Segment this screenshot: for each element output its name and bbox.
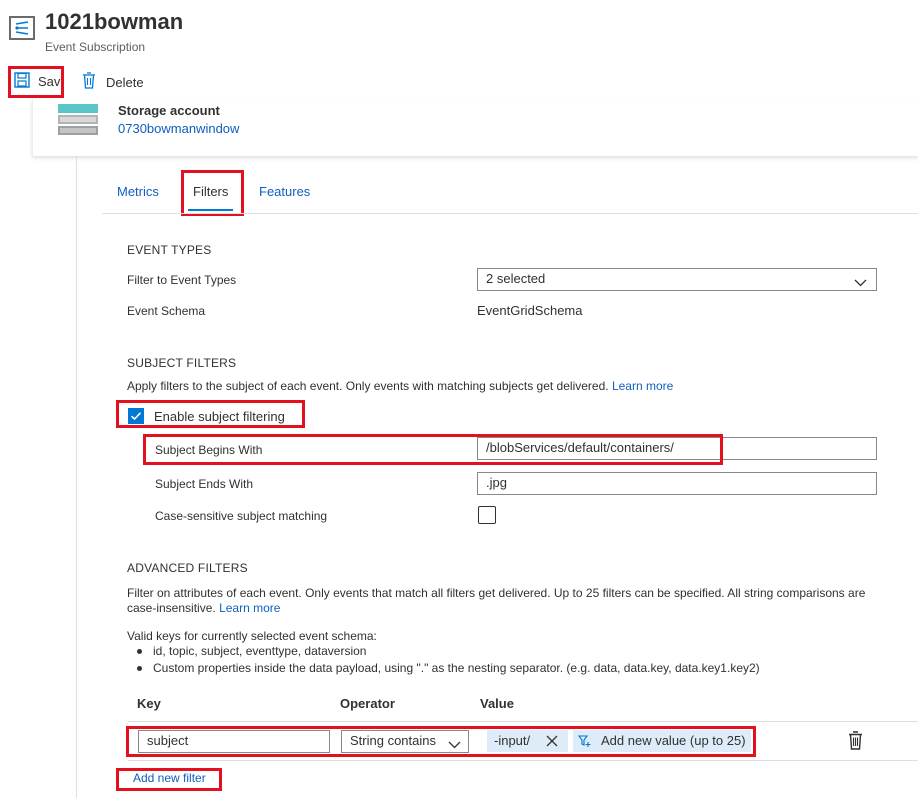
highlight-add-filter (116, 768, 222, 791)
tab-features[interactable]: Features (259, 184, 310, 199)
trash-icon (849, 731, 862, 750)
event-schema-value: EventGridSchema (477, 303, 583, 318)
advanced-filters-description: Filter on attributes of each event. Only… (127, 586, 866, 600)
column-header-key: Key (137, 696, 161, 711)
case-sensitive-label: Case-sensitive subject matching (155, 509, 328, 523)
trash-icon (82, 72, 96, 94)
storage-account-icon (58, 104, 98, 141)
subject-ends-input[interactable]: .jpg (477, 472, 877, 495)
highlight-subject-begins (143, 434, 723, 465)
highlight-save (8, 66, 64, 98)
topic-name-link[interactable]: 0730bowmanwindow (118, 121, 239, 136)
subject-filters-description: Apply filters to the subject of each eve… (127, 379, 673, 393)
advanced-filters-description-2: case-insensitive. Learn more (127, 601, 280, 615)
case-sensitive-checkbox[interactable] (478, 506, 496, 524)
subject-filters-description-text: Apply filters to the subject of each eve… (127, 379, 609, 393)
bullet-dot (137, 666, 142, 671)
valid-keys-bullet-2-text: Custom properties inside the data payloa… (153, 661, 760, 675)
advanced-filters-heading: ADVANCED FILTERS (127, 561, 248, 575)
subject-ends-label: Subject Ends With (155, 477, 254, 491)
delete-filter-button[interactable] (848, 731, 863, 755)
highlight-filter-row (126, 726, 756, 757)
topic-card: Storage account 0730bowmanwindow (32, 99, 918, 156)
event-types-dropdown[interactable]: 2 selected (477, 268, 877, 291)
advanced-learn-more-link[interactable]: Learn more (219, 601, 280, 615)
highlight-filters-tab (181, 170, 244, 216)
tab-metrics[interactable]: Metrics (117, 184, 159, 199)
event-grid-icon (8, 14, 36, 42)
bullet-dot (137, 649, 142, 654)
chevron-down-icon (854, 275, 867, 290)
page-subtitle: Event Subscription (45, 40, 146, 54)
subject-learn-more-link[interactable]: Learn more (612, 379, 673, 393)
valid-keys-intro: Valid keys for currently selected event … (127, 629, 377, 643)
event-types-selected: 2 selected (486, 271, 546, 286)
delete-label: Delete (106, 75, 144, 90)
topic-type: Storage account (118, 103, 220, 118)
event-schema-label: Event Schema (127, 304, 206, 318)
delete-button[interactable]: Delete (82, 72, 152, 92)
event-types-heading: EVENT TYPES (127, 243, 212, 257)
subject-ends-value: .jpg (486, 475, 507, 490)
column-header-operator: Operator (340, 696, 395, 711)
valid-keys-bullet-1-text: id, topic, subject, eventtype, dataversi… (153, 644, 367, 658)
filter-event-types-label: Filter to Event Types (127, 273, 237, 287)
page-title: 1021bowman (45, 9, 184, 34)
tabs-divider (102, 213, 918, 214)
content-panel-border (76, 156, 77, 798)
column-header-value: Value (480, 696, 514, 711)
subject-filters-heading: SUBJECT FILTERS (127, 356, 237, 370)
advanced-description-2-text: case-insensitive. (127, 601, 216, 615)
highlight-enable-filtering (116, 400, 305, 428)
